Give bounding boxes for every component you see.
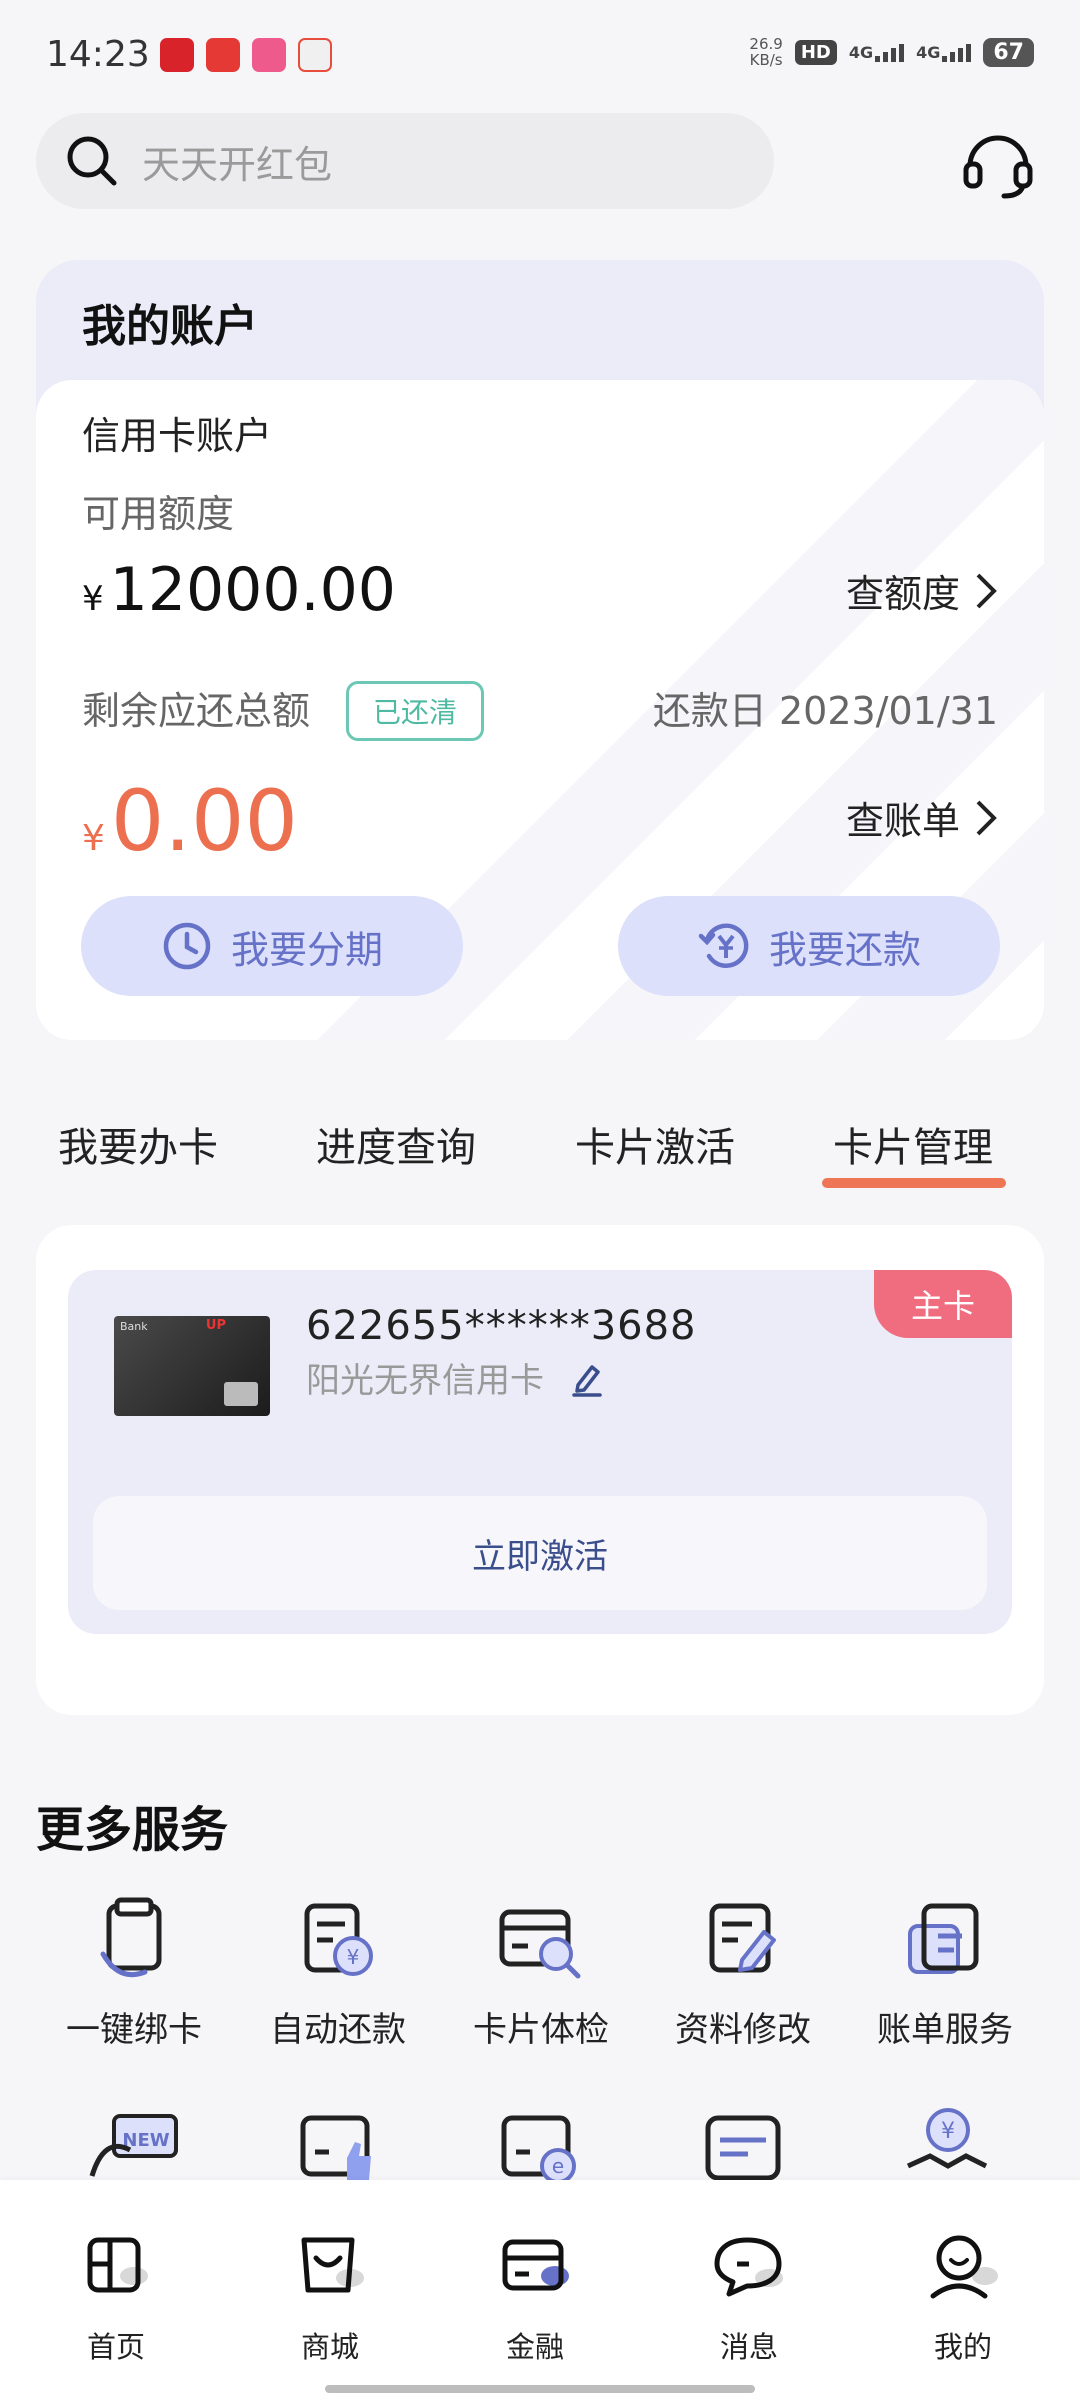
- card-name-row: 阳光无界信用卡: [306, 1353, 604, 1402]
- primary-card-badge: 主卡: [874, 1270, 1012, 1338]
- card-thumbnail: Bank UP: [114, 1316, 270, 1416]
- nav-finance[interactable]: 金融: [475, 2230, 595, 2366]
- search-icon: [67, 136, 117, 186]
- credit-card-account-label: 信用卡账户: [82, 414, 273, 458]
- my-account-title: 我的账户: [82, 301, 258, 352]
- card-number: 622655******3688: [306, 1303, 697, 1349]
- nav-mall[interactable]: 商城: [270, 2230, 390, 2366]
- home-icon: [87, 2237, 148, 2293]
- remaining-balance-label: 剩余应还总额: [82, 689, 311, 733]
- profile-icon: [930, 2235, 998, 2299]
- home-indicator: [325, 2385, 755, 2393]
- available-limit-label: 可用额度: [82, 492, 235, 536]
- search-placeholder: 天天开红包: [142, 142, 333, 187]
- svg-text:e: e: [552, 2154, 564, 2178]
- repayment-date: 还款日 2023/01/31: [652, 689, 998, 733]
- activate-now-button[interactable]: 立即激活: [93, 1496, 987, 1610]
- service-card-check[interactable]: 卡片体检: [466, 1896, 616, 2051]
- check-bill-link[interactable]: 查账单: [846, 790, 998, 845]
- tab-card-activation[interactable]: 卡片激活: [575, 1115, 735, 1173]
- repay-button[interactable]: 我要还款: [618, 896, 1000, 996]
- service-bind-card[interactable]: 一键绑卡: [59, 1896, 209, 2051]
- service-auto-repay[interactable]: ¥ 自动还款: [263, 1896, 413, 2051]
- card-check-icon: [499, 1909, 581, 1979]
- app-notification-icon: [160, 38, 194, 72]
- tab-card-management[interactable]: 卡片管理: [833, 1115, 993, 1173]
- bill-service-icon: [908, 1903, 979, 1974]
- nav-profile[interactable]: 我的: [903, 2230, 1023, 2366]
- phone-bind-card-icon: [100, 1897, 162, 1978]
- battery-icon: 67: [983, 37, 1034, 67]
- remaining-balance-amount: ¥0.00: [82, 772, 298, 870]
- mall-bag-icon: [301, 2237, 364, 2293]
- signal-icon: 4G: [916, 43, 972, 62]
- chevron-right-icon: [976, 573, 997, 608]
- wallet-icon: [502, 2239, 569, 2291]
- nav-messages[interactable]: 消息: [689, 2230, 809, 2366]
- search-input[interactable]: 天天开红包: [36, 113, 774, 209]
- available-limit-amount: ¥12000.00: [82, 555, 396, 625]
- svg-text:¥: ¥: [941, 2119, 955, 2144]
- more-services-title: 更多服务: [36, 1802, 229, 1858]
- check-limit-link[interactable]: 查额度: [846, 563, 998, 618]
- installment-button[interactable]: 我要分期: [81, 896, 463, 996]
- edit-info-icon: [709, 1903, 776, 1973]
- signal-icon: 4G: [849, 43, 905, 62]
- app-notification-icon: [252, 38, 286, 72]
- tab-apply-card[interactable]: 我要办卡: [58, 1115, 218, 1173]
- net-speed: 26.9 KB/s: [749, 35, 783, 69]
- app-notification-icon: [206, 38, 240, 72]
- repay-yuan-icon: [698, 923, 749, 968]
- headset-icon: [963, 135, 1033, 199]
- chevron-right-icon: [976, 800, 997, 835]
- tab-progress-query[interactable]: 进度查询: [316, 1115, 476, 1173]
- service-bill[interactable]: 账单服务: [870, 1896, 1020, 2051]
- settled-badge: 已还清: [346, 681, 485, 741]
- status-indicators: 26.9 KB/s HD 4G 4G 67: [749, 36, 1034, 68]
- auto-repay-icon: ¥: [304, 1903, 373, 1976]
- hd-voice-icon: HD: [794, 39, 837, 65]
- service-edit-info[interactable]: 资料修改: [668, 1896, 818, 2051]
- status-time: 14:23: [46, 34, 150, 75]
- svg-text:¥: ¥: [347, 1945, 360, 1969]
- clock-icon: [163, 922, 211, 970]
- active-tab-indicator: [822, 1178, 1006, 1188]
- card-name: 阳光无界信用卡: [306, 1361, 544, 1401]
- customer-service-button[interactable]: [960, 126, 1036, 202]
- app-notification-icon: [298, 38, 332, 72]
- nav-home[interactable]: 首页: [56, 2230, 176, 2366]
- edit-pencil-icon[interactable]: [570, 1359, 604, 1397]
- message-icon: [714, 2237, 783, 2297]
